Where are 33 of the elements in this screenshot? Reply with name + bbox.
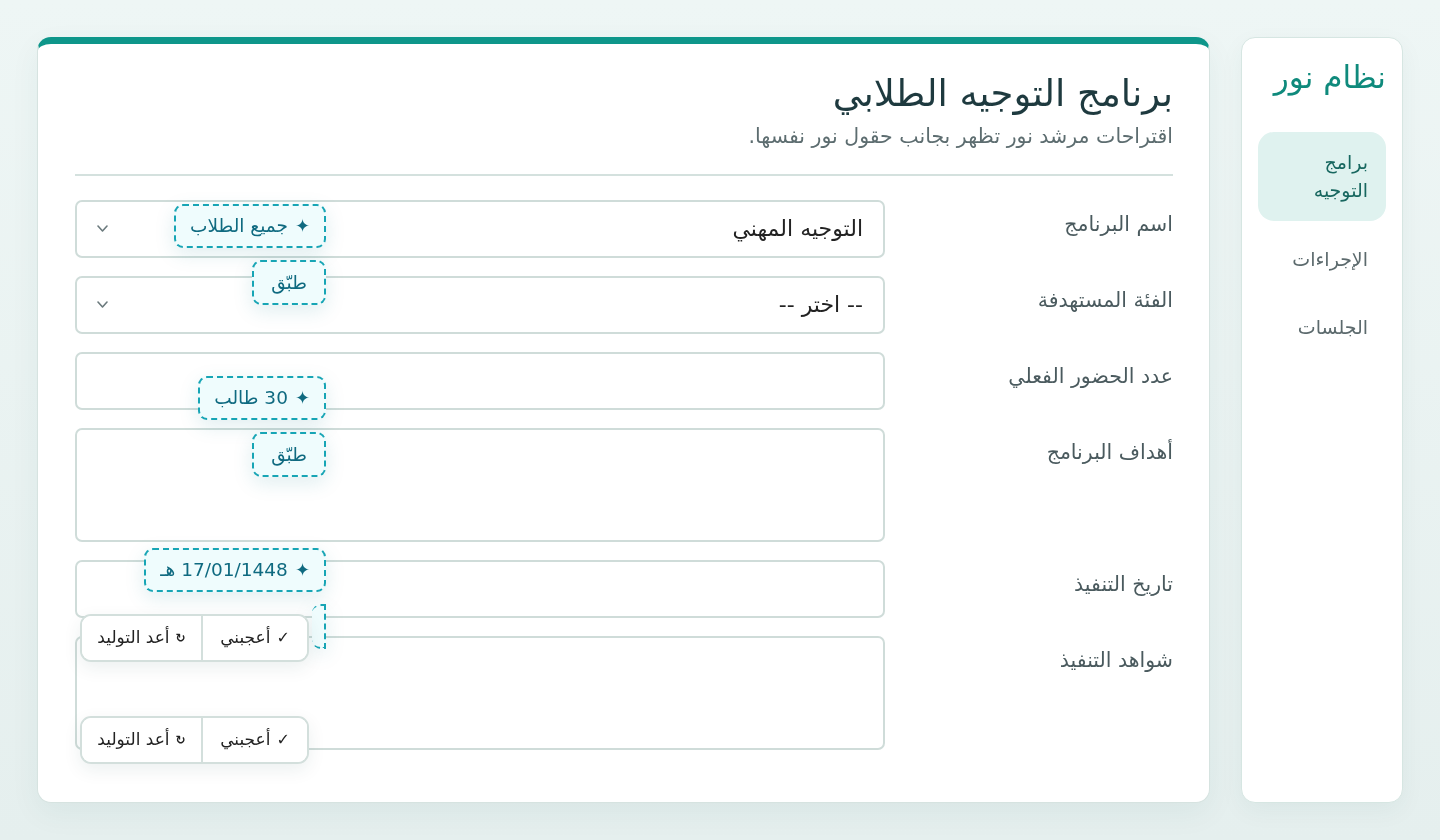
apply-button[interactable]: طبّق bbox=[252, 260, 326, 306]
sparkle-icon: ✦ bbox=[294, 389, 310, 407]
like-button[interactable]: ✓ أعجبني bbox=[203, 717, 307, 762]
regenerate-button[interactable]: ↻ أعد التوليد bbox=[82, 717, 203, 762]
refresh-icon: ↻ bbox=[175, 733, 186, 746]
like-button[interactable]: ✓ أعجبني bbox=[203, 615, 307, 660]
page-title: برنامج التوجيه الطلابي bbox=[831, 71, 1173, 117]
nav-item[interactable]: الإجراءات bbox=[1258, 231, 1386, 290]
sparkle-icon: ✦ bbox=[294, 217, 310, 235]
regenerate-button[interactable]: ↻ أعد التوليد bbox=[82, 615, 203, 660]
nav-item[interactable]: الجلسات bbox=[1258, 299, 1386, 357]
nav-item[interactable]: برامج التوجيه bbox=[1258, 132, 1386, 222]
chevron-down-icon bbox=[97, 301, 108, 308]
sparkle-icon: ✦ bbox=[294, 561, 310, 579]
field-label: اسم البرنامج bbox=[1063, 210, 1173, 238]
input-field[interactable] bbox=[75, 351, 885, 410]
page-subtitle: اقتراحات مرشد نور تظهر بجانب حقول نور نفسها. bbox=[747, 122, 1173, 150]
field-label: عدد الحضور الفعلي bbox=[1007, 362, 1173, 390]
check-icon: ✓ bbox=[276, 731, 290, 748]
check-icon: ✓ bbox=[276, 629, 290, 646]
field-label: أهداف البرنامج bbox=[1045, 438, 1173, 466]
app-title: نظام نور bbox=[1271, 58, 1386, 98]
text-area-field[interactable] bbox=[75, 427, 885, 542]
suggestion-chip[interactable]: ✦ 17/01/1448 هـ bbox=[144, 547, 326, 593]
chevron-down-icon bbox=[97, 225, 108, 232]
field-label: شواهد التنفيذ bbox=[1058, 646, 1173, 674]
field-label: تاريخ التنفيذ bbox=[1073, 570, 1173, 598]
field-label: الفئة المستهدفة bbox=[1036, 286, 1173, 314]
suggestion-chip[interactable]: ✦ 30 طالب bbox=[198, 375, 326, 421]
apply-button[interactable] bbox=[312, 604, 326, 650]
apply-button[interactable]: طبّق bbox=[252, 432, 326, 478]
refresh-icon: ↻ bbox=[175, 631, 186, 644]
suggestion-chip[interactable]: ✦ جميع الطلاب bbox=[174, 203, 326, 249]
